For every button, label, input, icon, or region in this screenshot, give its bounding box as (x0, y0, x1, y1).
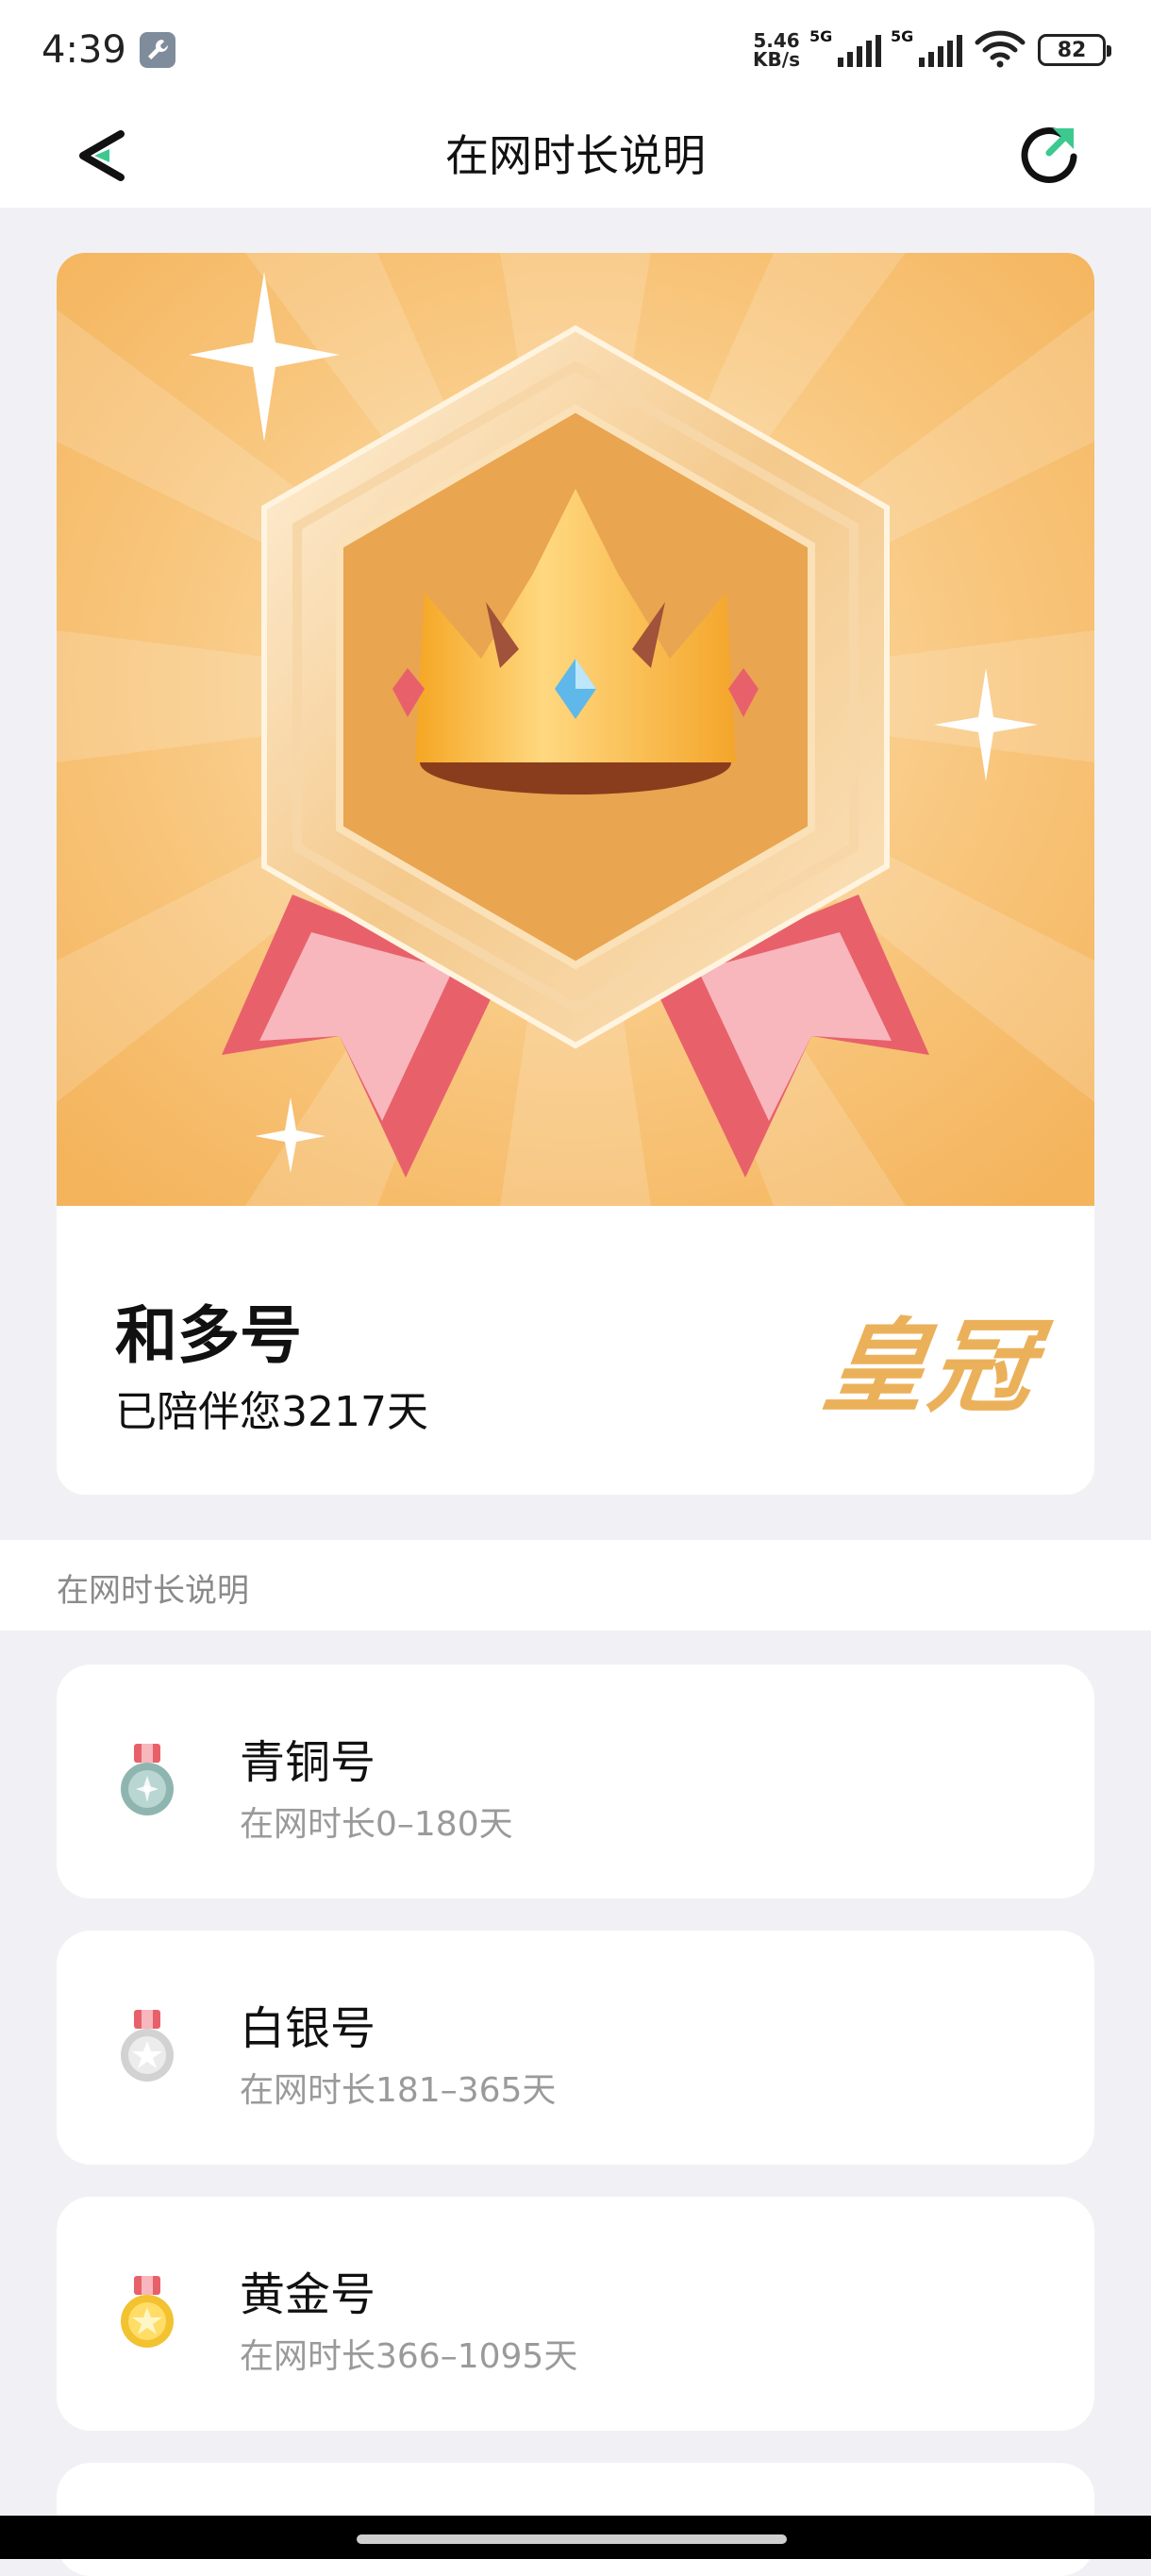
wrench-icon (140, 32, 175, 68)
share-button[interactable] (1011, 115, 1087, 191)
signal-sim2-icon: 5G (891, 27, 962, 67)
sim1-generation: 5G (809, 27, 833, 45)
section-title: 在网时长说明 (57, 1572, 249, 1610)
battery-indicator: 82 (1038, 34, 1111, 66)
tier-range: 在网时长0–180天 (240, 1805, 513, 1844)
gold-medal-icon (117, 2276, 177, 2351)
network-speed: 5.46 KB/s (753, 31, 800, 69)
days-accompanied: 已陪伴您3217天 (115, 1388, 428, 1436)
status-icons: 5.46 KB/s 5G 5G 82 (753, 27, 1111, 72)
status-time: 4:39 (42, 28, 126, 72)
silver-medal-icon (117, 2010, 177, 2085)
page-title: 在网时长说明 (445, 130, 706, 181)
tier-range: 在网时长366–1095天 (240, 2337, 578, 2376)
crown-medal-illustration (57, 253, 1094, 1206)
level-badge-text: 皇冠 (816, 1309, 1045, 1427)
tier-item-bronze: 青铜号 在网时长0–180天 (57, 1664, 1094, 1899)
network-speed-value: 5.46 (753, 29, 800, 52)
tier-range: 在网时长181–365天 (240, 2071, 557, 2110)
section-header: 在网时长说明 (0, 1540, 1151, 1631)
tier-item-silver: 白银号 在网时长181–365天 (57, 1931, 1094, 2165)
status-bar: 4:39 5.46 KB/s 5G 5G 82 (0, 0, 1151, 104)
signal-sim1-icon: 5G (809, 27, 881, 67)
level-name: 和多号 (115, 1299, 302, 1372)
tier-name: 青铜号 (240, 1736, 376, 1789)
tier-name: 黄金号 (240, 2268, 376, 2321)
bronze-medal-icon (117, 1744, 177, 1819)
system-nav-bar (0, 2516, 1151, 2559)
tier-item-gold: 黄金号 在网时长366–1095天 (57, 2197, 1094, 2431)
sim2-generation: 5G (891, 27, 914, 45)
level-hero-card: 和多号 已陪伴您3217天 皇冠 (57, 253, 1094, 1495)
home-indicator[interactable] (357, 2534, 787, 2544)
tier-name: 白银号 (240, 2002, 376, 2055)
wifi-icon (974, 29, 1026, 71)
refresh-share-icon (1021, 127, 1077, 183)
network-speed-unit: KB/s (753, 48, 800, 71)
nav-bar: 在网时长说明 (0, 104, 1151, 208)
level-info: 和多号 已陪伴您3217天 皇冠 (57, 1206, 1094, 1495)
